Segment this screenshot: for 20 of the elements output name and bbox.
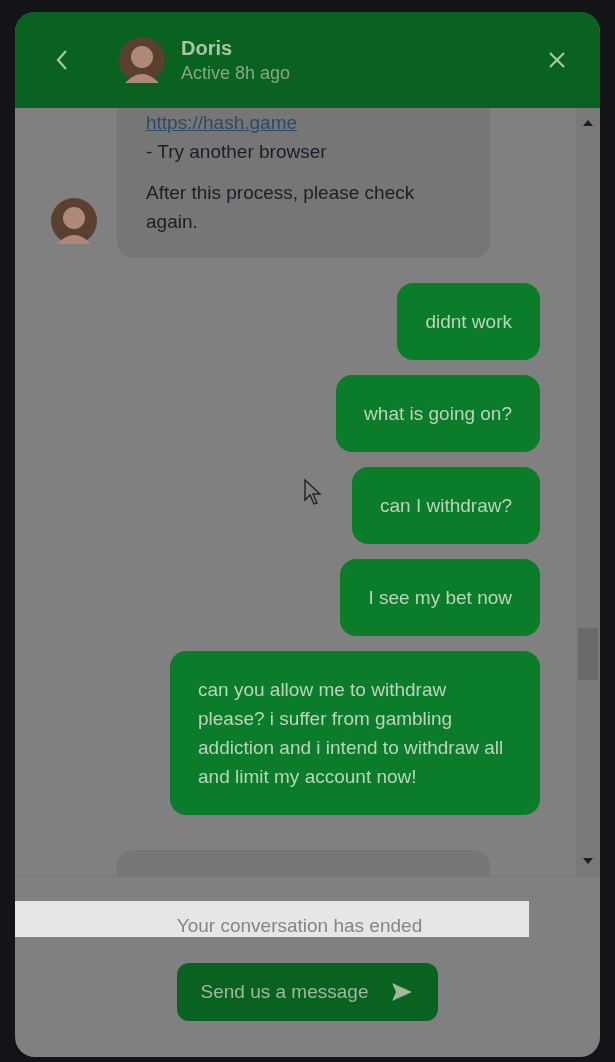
link[interactable]: https://hash.game [146, 108, 462, 137]
conversation-ended-notice: Your conversation has ended [176, 915, 423, 937]
send-icon [392, 983, 413, 1001]
send-message-button[interactable]: Send us a message [176, 963, 439, 1021]
agent-status: Active 8h ago [181, 62, 292, 84]
agent-name: Doris [181, 36, 234, 60]
message-text: didnt work [425, 310, 512, 334]
message-text: I see my bet now [368, 586, 512, 610]
scroll-down-icon[interactable] [583, 858, 593, 864]
message-text: can I withdraw? [380, 494, 512, 518]
back-icon [55, 49, 69, 71]
scroll-up-icon[interactable] [583, 120, 593, 126]
message-text: can you allow me to withdraw please? i suffer from gambling addiction and i intend to withdraw all and limit my account now! [198, 678, 505, 789]
close-icon [548, 51, 566, 69]
message-text: what is going on? [364, 402, 512, 426]
cursor-icon [303, 478, 323, 506]
message-text: - Try another browser [146, 140, 328, 164]
message-text: After this process, please check again. [146, 181, 416, 234]
scrollbar[interactable] [576, 108, 600, 876]
avatar-icon [119, 37, 165, 83]
